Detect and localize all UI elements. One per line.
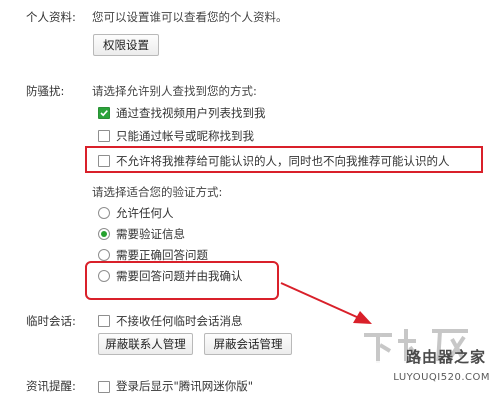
watermark-url: LUYOUQI520.COM <box>393 372 490 383</box>
watermark-site-name: 路由器之家 <box>405 348 486 366</box>
